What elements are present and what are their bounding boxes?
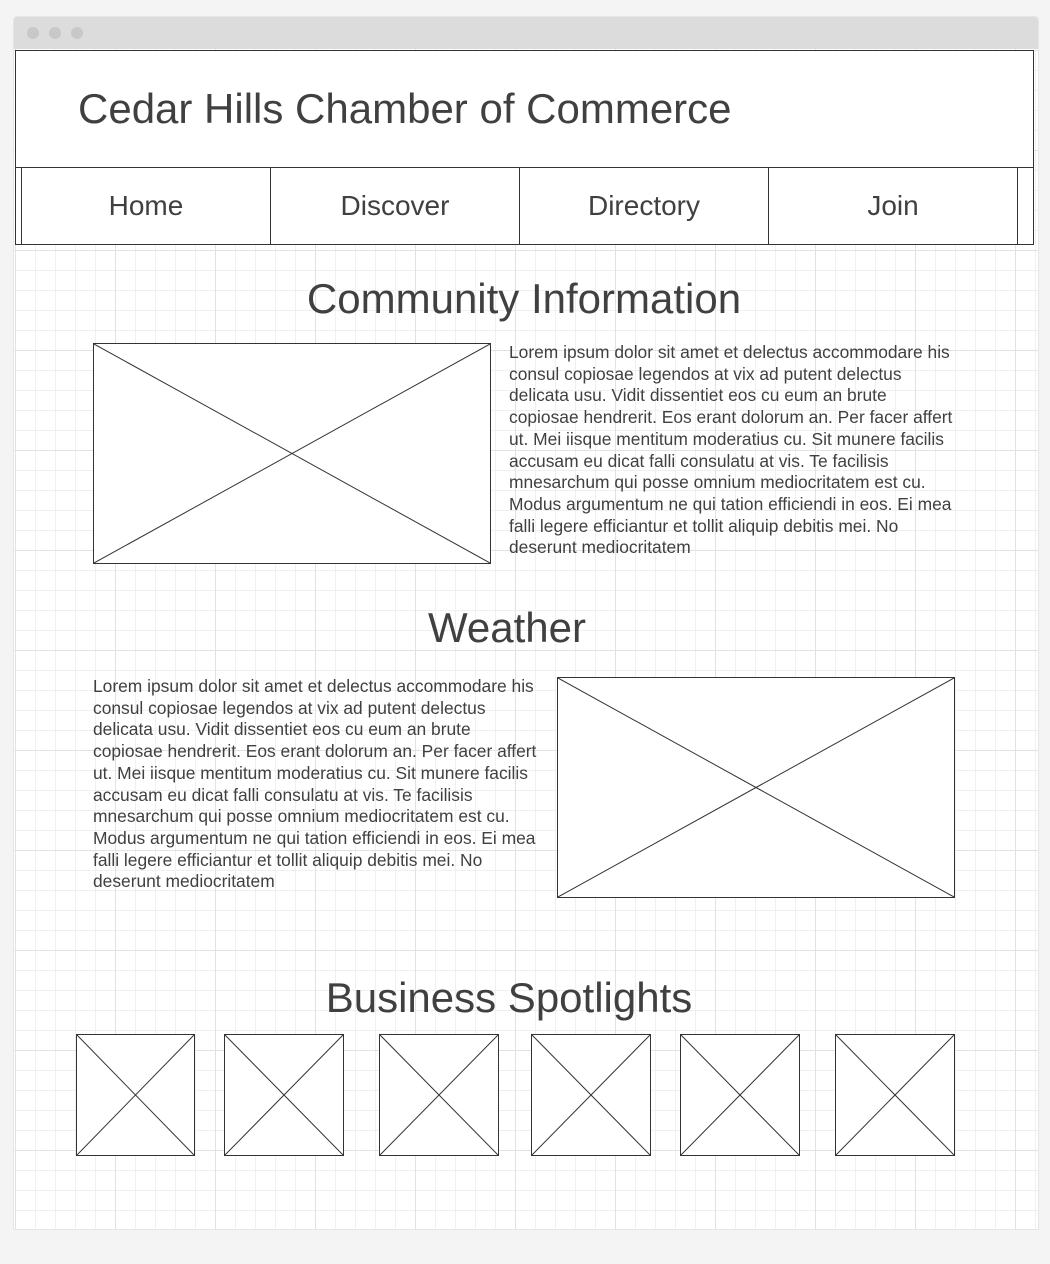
window-maximize-dot[interactable] (71, 27, 83, 39)
community-text: Lorem ipsum dolor sit amet et delectus a… (509, 342, 953, 558)
nav-item-join[interactable]: Join (768, 167, 1018, 245)
spotlight-image-placeholder[interactable] (531, 1034, 651, 1156)
window-close-dot[interactable] (27, 27, 39, 39)
nav-item-home[interactable]: Home (21, 167, 271, 245)
window-minimize-dot[interactable] (49, 27, 61, 39)
spotlight-image-placeholder[interactable] (835, 1034, 955, 1156)
spotlight-image-placeholder[interactable] (379, 1034, 499, 1156)
browser-window: Cedar Hills Chamber of Commerce Home Dis… (13, 16, 1039, 1230)
nav-item-directory[interactable]: Directory (519, 167, 769, 245)
spotlight-image-placeholder[interactable] (680, 1034, 800, 1156)
site-title: Cedar Hills Chamber of Commerce (78, 85, 732, 132)
weather-section-title: Weather (428, 604, 586, 651)
spotlight-image-placeholder[interactable] (76, 1034, 195, 1156)
nav-item-discover[interactable]: Discover (270, 167, 520, 245)
community-section-title: Community Information (306, 275, 742, 322)
weather-text: Lorem ipsum dolor sit amet et delectus a… (93, 676, 537, 892)
main-nav: Home Discover Directory Join (15, 167, 1034, 245)
spotlight-image-placeholder[interactable] (224, 1034, 344, 1156)
site-header: Cedar Hills Chamber of Commerce (15, 50, 1034, 168)
weather-image-placeholder (557, 677, 955, 898)
window-titlebar (14, 17, 1038, 49)
spotlights-section-title: Business Spotlights (325, 974, 693, 1021)
community-image-placeholder (93, 343, 491, 564)
